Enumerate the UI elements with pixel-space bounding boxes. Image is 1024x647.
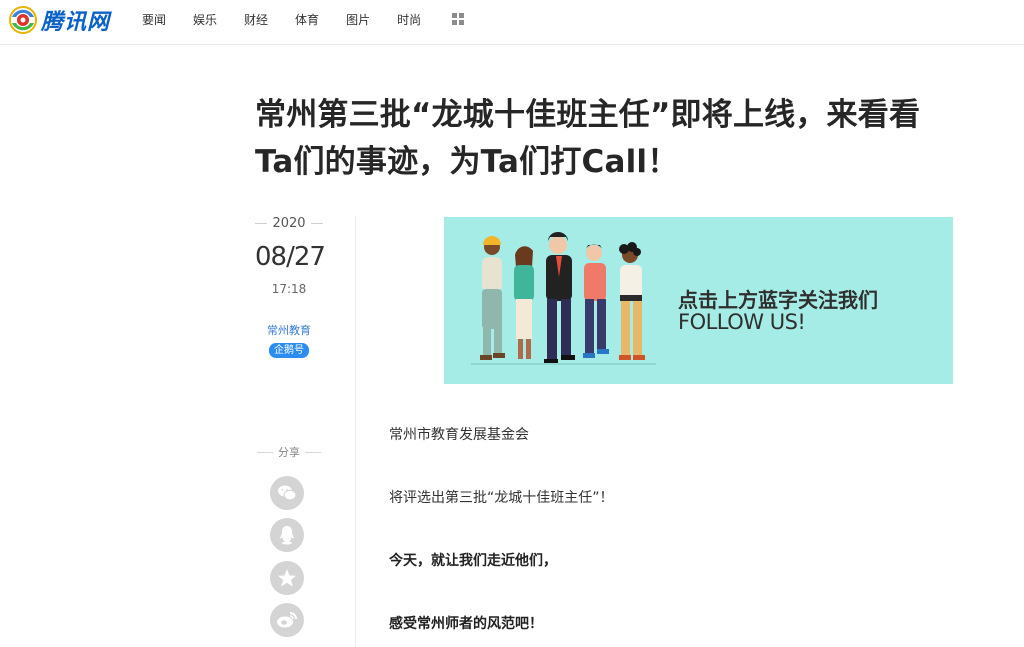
share-label: 分享: [278, 446, 300, 459]
wechat-icon: [278, 485, 297, 501]
article-paragraph: 常州市教育发展基金会: [389, 427, 529, 443]
article-title: 常州第三批“龙城十佳班主任”即将上线，来看看 Ta们的事迹，为Ta们打Call！: [255, 92, 1015, 186]
share-qzone-button[interactable]: [270, 561, 304, 595]
qzone-star-icon: [278, 569, 296, 587]
publish-time: 17:18: [271, 282, 307, 296]
share-header: 分享: [255, 444, 323, 460]
nav-item-pictures[interactable]: 图片: [346, 12, 370, 28]
logo-icon: [9, 6, 37, 34]
qq-icon: [280, 526, 294, 545]
article-paragraph: 将评选出第三批“龙城十佳班主任”！: [389, 490, 614, 506]
article-meta: 2020 08/27 17:18 常州教育 企鹅号: [255, 212, 326, 358]
logo-text: 腾讯网: [41, 10, 111, 35]
share-qq-button[interactable]: [270, 518, 304, 552]
banner-chinese-text: 点击上方蓝字关注我们: [678, 288, 878, 312]
nav-item-news[interactable]: 要闻: [142, 12, 166, 28]
weibo-icon: [277, 612, 297, 628]
banner-english-text: FOLLOW US!: [678, 310, 806, 334]
tencent-logo[interactable]: 腾讯网: [8, 4, 110, 36]
nav-item-entertainment[interactable]: 娱乐: [193, 12, 217, 28]
publish-year: 2020: [272, 215, 306, 231]
share-wechat-button[interactable]: [270, 476, 304, 510]
penguin-account-badge: 企鹅号: [269, 343, 309, 358]
divider: [255, 222, 268, 224]
share-weibo-button[interactable]: [270, 603, 304, 637]
top-navigation-bar: 腾讯网 要闻 娱乐 财经 体育 图片 时尚: [0, 0, 1024, 45]
article-title-line1: 常州第三批“龙城十佳班主任”即将上线，来看看: [255, 97, 921, 133]
divider: [310, 222, 323, 224]
main-nav: 要闻 娱乐 财经 体育 图片 时尚: [142, 12, 448, 28]
article-title-line2: Ta们的事迹，为Ta们打Call！: [255, 144, 679, 180]
year-row: 2020: [255, 212, 323, 234]
article-paragraph-bold: 今天，就让我们走近他们，: [389, 553, 557, 569]
more-grid-icon[interactable]: [452, 13, 465, 26]
nav-item-sports[interactable]: 体育: [295, 12, 319, 28]
divider: [257, 451, 273, 453]
nav-item-fashion[interactable]: 时尚: [397, 12, 421, 28]
source-name[interactable]: 常州教育: [255, 322, 323, 338]
people-illustration: [471, 232, 656, 365]
nav-item-finance[interactable]: 财经: [244, 12, 268, 28]
content-divider: [355, 216, 356, 647]
publish-date: 08/27: [255, 242, 326, 272]
article-paragraph-bold: 感受常州师者的风范吧！: [389, 616, 543, 632]
follow-us-banner: 点击上方蓝字关注我们 FOLLOW US!: [444, 217, 953, 384]
divider: [305, 451, 321, 453]
